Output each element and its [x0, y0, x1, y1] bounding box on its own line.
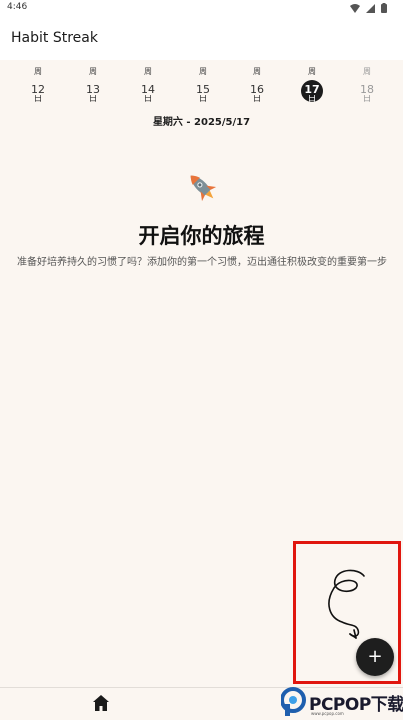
day-char: 日: [33, 95, 43, 102]
signal-icon: [366, 3, 375, 13]
day-weekday: 周: [89, 67, 97, 76]
home-icon: [93, 695, 109, 711]
day-13[interactable]: 周 13 日: [73, 66, 113, 106]
day-14[interactable]: 周 14 日: [128, 66, 168, 106]
status-icons: [350, 3, 387, 13]
empty-state-title: 开启你的旅程: [138, 224, 265, 248]
annotation-arrow-icon: [320, 566, 376, 646]
day-15[interactable]: 周 15 日: [183, 66, 223, 106]
rocket-icon: [183, 168, 221, 206]
empty-state-description: 准备好培养持久的习惯了吗？添加你的第一个习惯，迈出通往积极改变的重要第一步: [17, 257, 387, 268]
day-weekday: 周: [308, 67, 316, 76]
day-18[interactable]: 周 18 日: [347, 66, 387, 106]
app-title: Habit Streak: [11, 30, 98, 46]
status-time: 4:46: [7, 2, 28, 12]
day-char: 日: [88, 95, 98, 102]
watermark: PCPOP下载 www.pcpop.com: [279, 684, 403, 720]
battery-icon: [381, 3, 387, 13]
day-weekday: 周: [144, 67, 152, 76]
day-char: 日: [143, 95, 153, 102]
day-17-selected[interactable]: 周 17 日: [292, 66, 332, 106]
week-strip: 周 12 日 周 13 日 周 14 日 周 15 日 周 16 日 周 17 …: [0, 60, 403, 105]
day-weekday: 周: [363, 67, 371, 76]
selected-date-label: 星期六 - 2025/5/17: [152, 117, 251, 128]
watermark-url: www.pcpop.com: [311, 711, 344, 716]
day-char: 日: [252, 95, 262, 102]
day-16[interactable]: 周 16 日: [237, 66, 277, 106]
day-weekday: 周: [199, 67, 207, 76]
wifi-icon: [350, 3, 360, 13]
day-weekday: 周: [253, 67, 261, 76]
day-char: 日: [362, 95, 372, 102]
day-12[interactable]: 周 12 日: [18, 66, 58, 106]
nav-home[interactable]: [91, 693, 111, 713]
day-char: 日: [198, 95, 208, 102]
day-char: 日: [307, 95, 317, 102]
add-habit-button[interactable]: +: [356, 638, 394, 676]
watermark-logo-icon: [280, 686, 309, 716]
day-weekday: 周: [34, 67, 42, 76]
app-bar: Habit Streak: [0, 16, 403, 60]
status-bar: 4:46: [0, 0, 403, 16]
plus-icon: +: [367, 646, 383, 667]
